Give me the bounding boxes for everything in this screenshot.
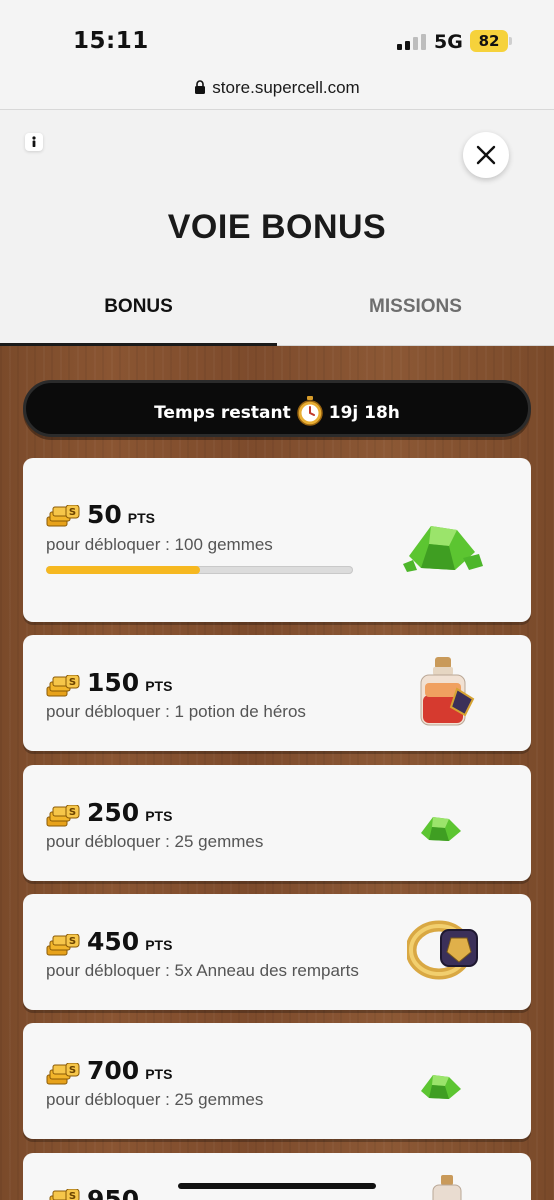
timer-value: 19j 18h: [328, 403, 400, 423]
points-number: 50: [87, 500, 122, 529]
reward-card[interactable]: S 950: [23, 1153, 531, 1200]
points-number: 150: [87, 668, 140, 697]
close-icon: [476, 145, 496, 165]
url-text: store.supercell.com: [212, 78, 360, 97]
points-value: 450 PTS: [87, 927, 172, 956]
points-coins-icon: S: [46, 805, 80, 827]
network-type: 5G: [434, 31, 463, 53]
gem-icon: [421, 1075, 461, 1099]
progress-fill: [46, 566, 200, 574]
points-unit: PTS: [127, 510, 156, 526]
url-display[interactable]: store.supercell.com: [0, 78, 554, 98]
battery-icon: 82: [470, 30, 508, 52]
page-title: VOIE BONUS: [167, 208, 387, 246]
points-unit: PTS: [145, 808, 173, 824]
info-glyph: [32, 136, 36, 147]
svg-text:S: S: [69, 507, 76, 518]
points-progress-bar: [46, 566, 353, 574]
reward-card[interactable]: S 700 PTS pour débloquer : 25 gemmes: [23, 1023, 531, 1139]
points-coins-icon: S: [46, 505, 80, 527]
lock-icon: [195, 80, 206, 94]
time-remaining-banner: Temps restant 19j 18h: [23, 380, 531, 437]
status-bar: 15:11 5G 82: [0, 0, 554, 66]
points-value: 50 PTS: [87, 500, 155, 529]
points-coins-icon: S: [46, 934, 80, 956]
points-unit: PTS: [145, 678, 173, 694]
points-unit: PTS: [145, 937, 173, 953]
timer-content: Temps restant 19j 18h: [26, 396, 528, 426]
points-value: 150 PTS: [87, 668, 172, 697]
reward-description: pour débloquer : 1 potion de héros: [46, 702, 306, 721]
svg-text:S: S: [69, 936, 76, 947]
points-value: 950: [87, 1185, 139, 1200]
timer-label: Temps restant: [154, 403, 291, 423]
close-button[interactable]: [463, 132, 509, 178]
battery-level: 82: [478, 32, 500, 50]
points-coins-icon: S: [49, 1189, 80, 1200]
tab-bonus[interactable]: BONUS: [0, 286, 277, 346]
reward-description: pour débloquer : 5x Anneau des remparts: [46, 961, 359, 980]
info-icon[interactable]: [25, 133, 43, 151]
points-coins-icon: S: [46, 1063, 80, 1085]
points-value: 250 PTS: [87, 798, 172, 827]
gems-icon: [403, 526, 483, 572]
potion-icon: [432, 1175, 462, 1200]
reward-card[interactable]: S 150 PTS pour débloquer : 1 potion de hé…: [23, 635, 531, 751]
svg-text:S: S: [69, 807, 76, 818]
signal-icon: [397, 34, 426, 50]
reward-card[interactable]: S 450 PTS pour débloquer : 5x Anneau des …: [23, 894, 531, 1010]
points-number: 700: [87, 1056, 140, 1085]
rampart-ring-icon: [407, 920, 478, 980]
home-indicator[interactable]: [178, 1183, 376, 1189]
svg-text:S: S: [69, 677, 76, 688]
status-time: 15:11: [73, 28, 149, 54]
stopwatch-icon: [296, 396, 323, 426]
reward-description: pour débloquer : 25 gemmes: [46, 832, 264, 851]
battery-tip: [509, 37, 512, 45]
points-coins-icon: S: [46, 675, 80, 697]
points-value: 700 PTS: [87, 1056, 172, 1085]
svg-text:S: S: [69, 1191, 76, 1200]
points-number: 450: [87, 927, 140, 956]
reward-card[interactable]: S 250 PTS pour débloquer : 25 gemmes: [23, 765, 531, 881]
reward-card[interactable]: S 50 PTS pour débloquer : 100 gemmes: [23, 458, 531, 622]
points-number: 950: [87, 1185, 140, 1200]
reward-description: pour débloquer : 100 gemmes: [46, 535, 273, 554]
reward-description: pour débloquer : 25 gemmes: [46, 1090, 264, 1109]
points-number: 250: [87, 798, 140, 827]
points-unit: PTS: [145, 1066, 173, 1082]
tab-missions[interactable]: MISSIONS: [277, 286, 554, 346]
browser-url-bar[interactable]: store.supercell.com: [0, 66, 554, 110]
hero-potion-icon: [420, 657, 475, 726]
svg-text:S: S: [69, 1065, 76, 1076]
gem-icon: [421, 817, 461, 841]
